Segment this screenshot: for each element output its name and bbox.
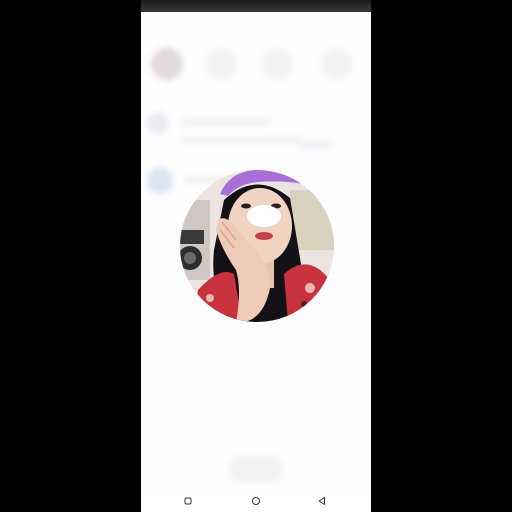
- navigation-bar: [141, 490, 371, 512]
- square-icon[interactable]: [181, 494, 195, 508]
- triangle-back-icon[interactable]: [315, 494, 329, 508]
- circle-icon[interactable]: [249, 494, 263, 508]
- profile-photo-image: [180, 170, 334, 322]
- profile-photo: [180, 170, 334, 322]
- status-bar: [141, 0, 371, 12]
